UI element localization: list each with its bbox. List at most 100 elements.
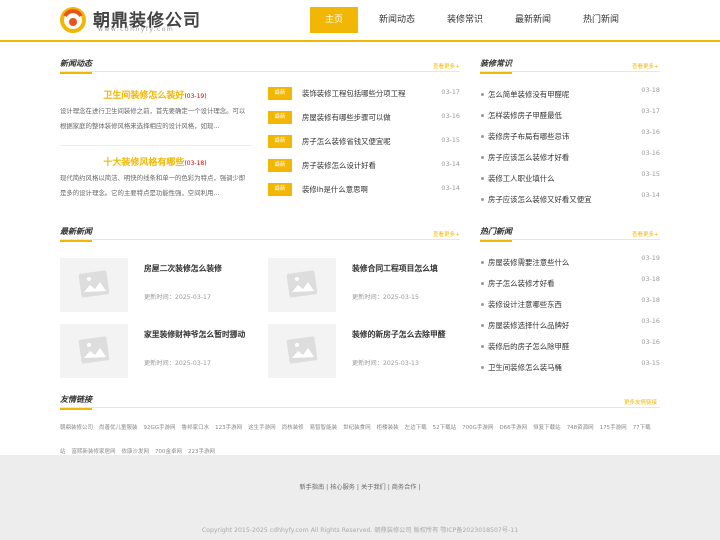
list-item-title[interactable]: 房屋装修有哪些步骤可以做 bbox=[302, 112, 391, 123]
friend-link[interactable]: 748资源网 bbox=[567, 425, 594, 431]
site-logo[interactable]: 朝鼎装修公司 www.cdhhyfy.com bbox=[60, 5, 210, 37]
nav-news-dynamic[interactable]: 新闻动态 bbox=[368, 7, 426, 33]
friend-link[interactable]: 52下载站 bbox=[433, 425, 457, 431]
news-card[interactable]: 装修合同工程项目怎么填 更新时间：2025-03-15 bbox=[268, 258, 468, 314]
logo-sub: www.cdhhyfy.com bbox=[98, 26, 175, 33]
card-time: 更新时间：2025-03-13 bbox=[352, 360, 419, 367]
list-item[interactable]: 怎样装修房子甲醛最低 03-17 bbox=[480, 107, 660, 125]
lead-news-title-1[interactable]: 卫生间装修怎么装好(03-19) bbox=[60, 88, 250, 101]
image-placeholder-icon[interactable] bbox=[60, 258, 128, 312]
card-time: 更新时间：2025-03-17 bbox=[144, 294, 211, 301]
friend-link[interactable]: 世纪装食网 bbox=[343, 425, 371, 431]
list-item[interactable]: 怎么简单装修没有甲醛呢 03-18 bbox=[480, 86, 660, 104]
section-title-news-dynamic: 新闻动态 bbox=[60, 59, 92, 74]
card-time: 更新时间：2025-03-17 bbox=[144, 360, 211, 367]
friend-link[interactable]: 易智智能装 bbox=[310, 425, 338, 431]
list-item[interactable]: 装修设计注意哪些东西 03-18 bbox=[480, 296, 660, 314]
list-item-title[interactable]: 装修后的房子怎么除甲醛 bbox=[488, 341, 569, 352]
nav-hot-news[interactable]: 热门新闻 bbox=[572, 7, 630, 33]
card-title[interactable]: 房屋二次装修怎么装修 bbox=[144, 263, 222, 274]
list-item-date: 03-15 bbox=[641, 170, 660, 178]
friend-link[interactable]: 123手游网 bbox=[215, 425, 242, 431]
list-item-title[interactable]: 装修房子布局有哪些忌讳 bbox=[488, 131, 569, 142]
list-item-title[interactable]: 装修工人职业填什么 bbox=[488, 173, 555, 184]
list-item-title[interactable]: 装修lh是什么意思啊 bbox=[302, 184, 368, 195]
friend-link[interactable]: 175手游网 bbox=[600, 425, 627, 431]
list-item[interactable]: 最新 房子装修怎么设计好看 03-14 bbox=[268, 158, 460, 174]
list-item-title[interactable]: 怎样装修房子甲醛最低 bbox=[488, 110, 562, 121]
lead-news-desc-2: 现代简约风格以简洁、明快的线条和单一的色彩为特点，强调少即是多的设计理念。它的主… bbox=[60, 174, 246, 197]
friend-link[interactable]: 700G手游网 bbox=[462, 425, 493, 431]
list-item-title[interactable]: 房屋装修选择什么品牌好 bbox=[488, 320, 569, 331]
divider bbox=[60, 239, 460, 240]
news-card[interactable]: 房屋二次装修怎么装修 更新时间：2025-03-17 bbox=[60, 258, 260, 314]
friend-link[interactable]: 尚善优儿童服装 bbox=[99, 425, 138, 431]
friend-link[interactable]: 这生手游网 bbox=[248, 425, 276, 431]
list-item-date: 03-17 bbox=[641, 107, 660, 115]
divider bbox=[480, 239, 660, 240]
list-item[interactable]: 最新 房子怎么装修省钱又便宜呢 03-15 bbox=[268, 134, 460, 150]
list-item[interactable]: 装修工人职业填什么 03-15 bbox=[480, 170, 660, 188]
bullet-icon bbox=[481, 177, 484, 180]
list-item-date: 03-17 bbox=[441, 88, 460, 96]
lead-news-desc-1: 设计理念在进行卫生间装修之前，首先要确定一个设计理念。可以根据家庭的整体装修风格… bbox=[60, 107, 246, 130]
list-item-date: 03-18 bbox=[641, 86, 660, 94]
image-placeholder-icon[interactable] bbox=[268, 324, 336, 378]
list-item-title[interactable]: 卫生间装修怎么装马桶 bbox=[488, 362, 562, 373]
footer-links[interactable]: 新手指南 | 核心服务 | 关于我们 | 商务合作 | bbox=[0, 482, 720, 491]
nav-knowledge[interactable]: 装修常识 bbox=[436, 7, 494, 33]
more-link-latest[interactable]: 查看更多+ bbox=[433, 230, 460, 238]
list-item[interactable]: 装修后的房子怎么除甲醛 03-16 bbox=[480, 338, 660, 356]
friend-link[interactable]: D66手游网 bbox=[499, 425, 527, 431]
nav-home[interactable]: 主页 bbox=[310, 7, 358, 33]
list-item-title[interactable]: 怎么简单装修没有甲醛呢 bbox=[488, 89, 569, 100]
more-link-friend-links[interactable]: 更多友情链接 bbox=[624, 398, 657, 406]
list-item-title[interactable]: 房子装修怎么设计好看 bbox=[302, 160, 376, 171]
more-link-hot[interactable]: 查看更多+ bbox=[632, 230, 659, 238]
list-item-title[interactable]: 房子怎么装修才好看 bbox=[488, 278, 555, 289]
list-item[interactable]: 房子怎么装修才好看 03-18 bbox=[480, 275, 660, 293]
list-item[interactable]: 房子应该怎么装修又好看又便宜 03-14 bbox=[480, 191, 660, 209]
list-item[interactable]: 房子应该怎么装修才好看 03-16 bbox=[480, 149, 660, 167]
lead-news-title-2[interactable]: 十大装修风格有哪些(03-18) bbox=[60, 155, 250, 168]
list-item-date: 03-14 bbox=[441, 184, 460, 192]
list-item[interactable]: 最新 房屋装修有哪些步骤可以做 03-16 bbox=[268, 110, 460, 126]
friend-link[interactable]: 朝鼎装修公司 bbox=[60, 425, 93, 431]
more-link-news-dynamic[interactable]: 查看更多+ bbox=[433, 62, 460, 70]
friend-link[interactable]: 尚核装修 bbox=[282, 425, 304, 431]
image-placeholder-icon[interactable] bbox=[268, 258, 336, 312]
list-item-title[interactable]: 装修设计注意哪些东西 bbox=[488, 299, 562, 310]
list-item[interactable]: 装修房子布局有哪些忌讳 03-16 bbox=[480, 128, 660, 146]
section-title-hot: 热门新闻 bbox=[480, 227, 512, 242]
friend-link[interactable]: 鲁邦家口水 bbox=[182, 425, 210, 431]
news-card[interactable]: 装修的新房子怎么去除甲醛 更新时间：2025-03-13 bbox=[268, 324, 468, 380]
more-link-knowledge[interactable]: 查看更多+ bbox=[632, 62, 659, 70]
list-item-title[interactable]: 房屋装修需要注意些什么 bbox=[488, 257, 569, 268]
friend-link[interactable]: 柜楼装装 bbox=[377, 425, 399, 431]
list-item[interactable]: 房屋装修需要注意些什么 03-19 bbox=[480, 254, 660, 272]
list-item-date: 03-16 bbox=[641, 128, 660, 136]
card-title[interactable]: 装修合同工程项目怎么填 bbox=[352, 263, 438, 274]
list-item[interactable]: 最新 装饰装修工程包括哪些分项工程 03-17 bbox=[268, 86, 460, 102]
list-item[interactable]: 房屋装修选择什么品牌好 03-16 bbox=[480, 317, 660, 335]
card-title[interactable]: 家里装修财神爷怎么暂时挪动 bbox=[144, 329, 245, 340]
nav-latest-news[interactable]: 最新新闻 bbox=[504, 7, 562, 33]
list-item[interactable]: 卫生间装修怎么装马桶 03-15 bbox=[480, 359, 660, 377]
bullet-icon bbox=[481, 198, 484, 201]
list-item[interactable]: 最新 装修lh是什么意思啊 03-14 bbox=[268, 182, 460, 198]
list-item-date: 03-15 bbox=[641, 359, 660, 367]
list-item-title[interactable]: 房子应该怎么装修又好看又便宜 bbox=[488, 194, 591, 205]
image-placeholder-icon[interactable] bbox=[60, 324, 128, 378]
list-item-date: 03-16 bbox=[441, 112, 460, 120]
friend-link[interactable]: 恒复下载站 bbox=[533, 425, 561, 431]
list-item-title[interactable]: 装饰装修工程包括哪些分项工程 bbox=[302, 88, 405, 99]
news-card[interactable]: 家里装修财神爷怎么暂时挪动 更新时间：2025-03-17 bbox=[60, 324, 260, 380]
card-title[interactable]: 装修的新房子怎么去除甲醛 bbox=[352, 329, 446, 340]
list-item-title[interactable]: 房子应该怎么装修才好看 bbox=[488, 152, 569, 163]
friend-link[interactable]: 左边下载 bbox=[405, 425, 427, 431]
divider bbox=[480, 71, 660, 72]
list-item-date: 03-18 bbox=[641, 296, 660, 304]
list-item-title[interactable]: 房子怎么装修省钱又便宜呢 bbox=[302, 136, 391, 147]
friend-link[interactable]: 92GG手游网 bbox=[144, 425, 176, 431]
bullet-icon bbox=[481, 156, 484, 159]
